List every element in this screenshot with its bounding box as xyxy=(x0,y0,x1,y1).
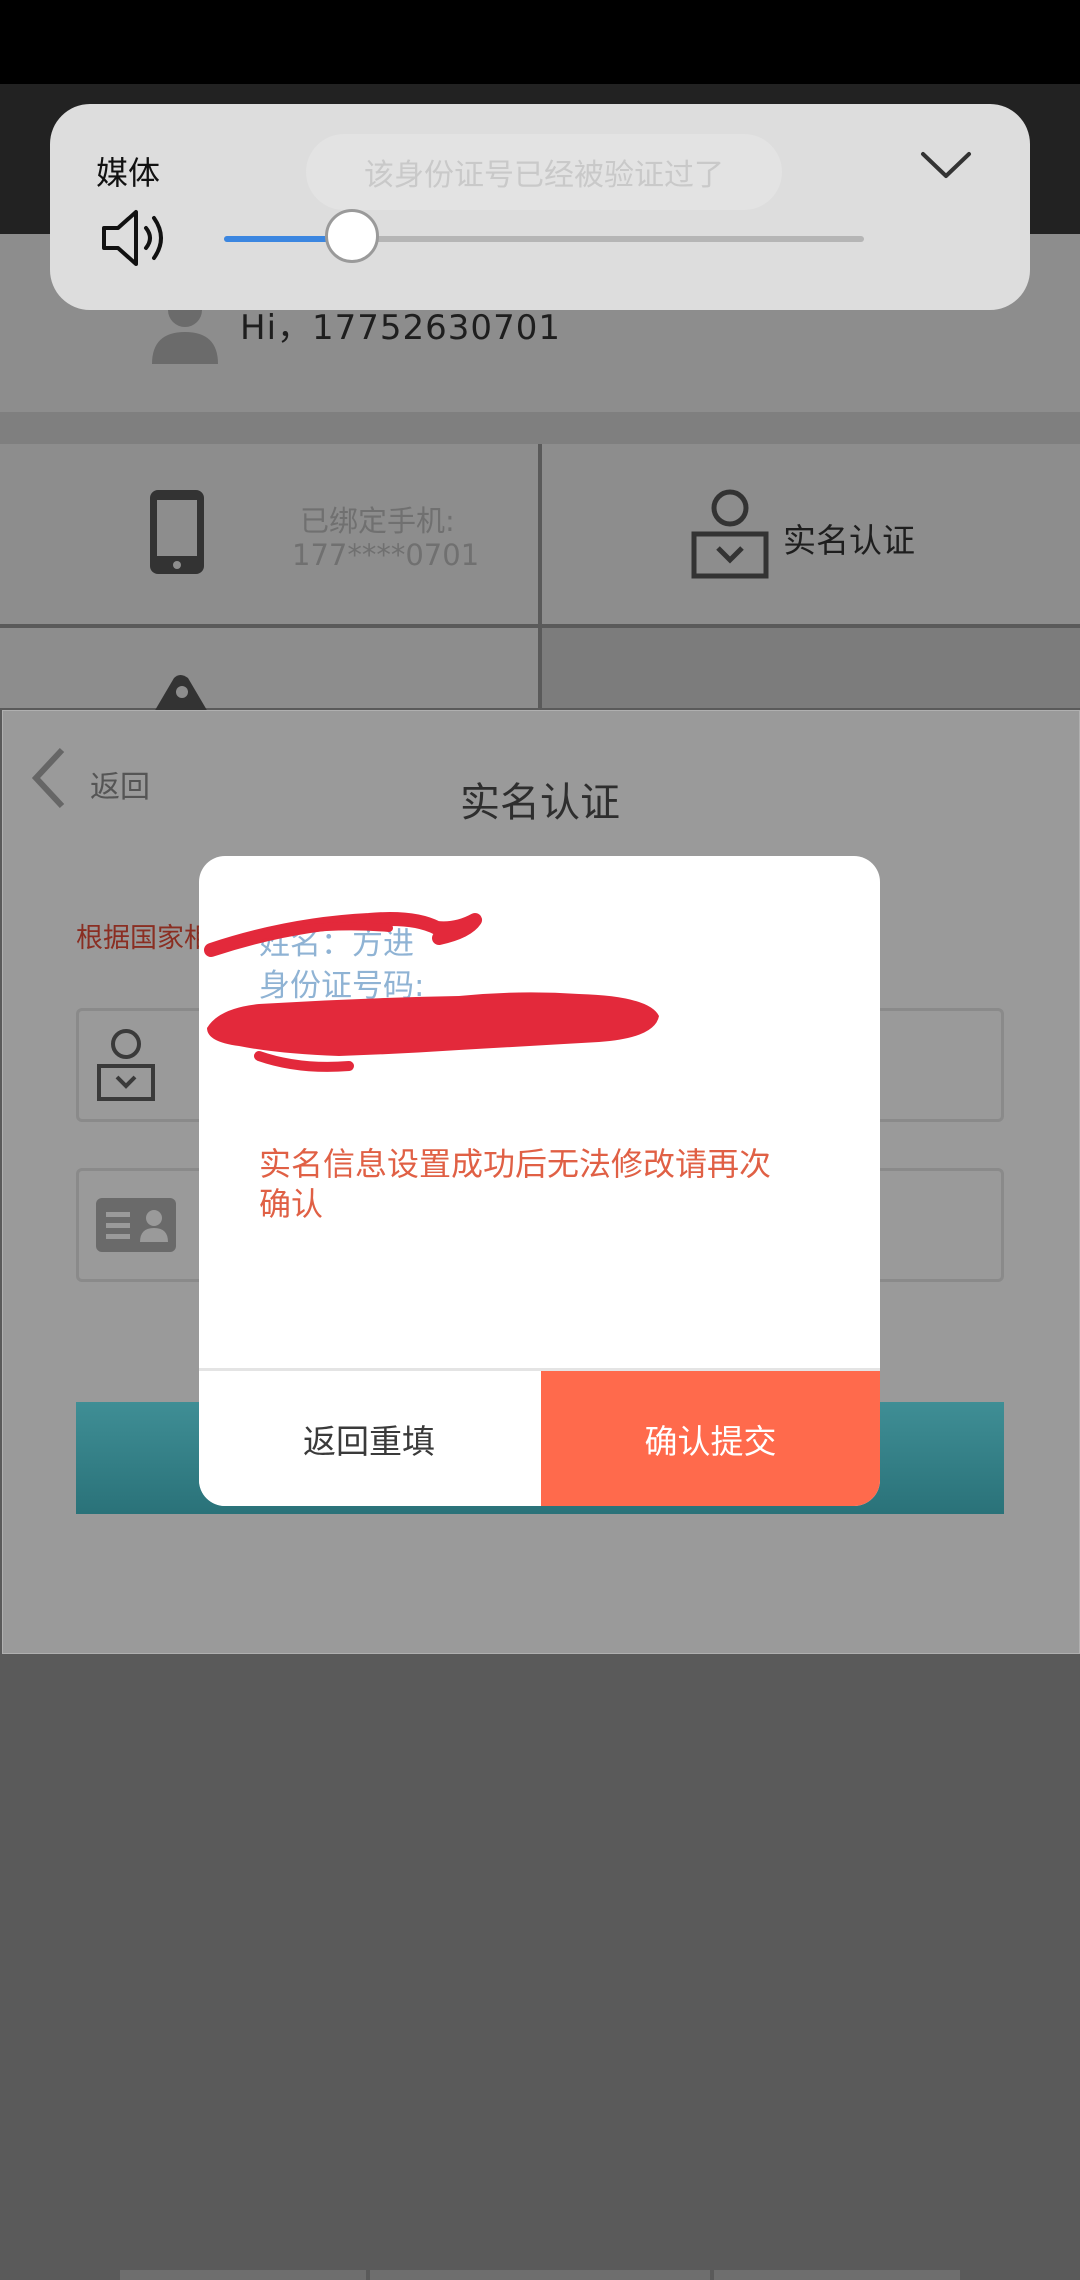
phone-icon xyxy=(150,490,204,574)
status-bar xyxy=(0,0,1080,84)
toast-message: 该身份证号已经被验证过了 xyxy=(306,134,782,210)
password-cell[interactable] xyxy=(0,628,538,708)
refill-button[interactable]: 返回重填 xyxy=(199,1371,539,1506)
confirm-submit-button[interactable]: 确认提交 xyxy=(541,1371,880,1506)
tag-icon xyxy=(154,675,208,712)
bound-phone-label: 已绑定手机: xyxy=(300,504,455,538)
volume-panel: 媒体 该身份证号已经被验证过了 xyxy=(50,104,1030,310)
bound-phone-cell[interactable] xyxy=(0,444,538,624)
chevron-down-icon[interactable] xyxy=(920,150,972,180)
speaker-icon[interactable] xyxy=(100,206,170,270)
empty-cell xyxy=(542,628,1080,708)
redaction-scribble xyxy=(204,912,659,1072)
notice-text: 根据国家相 xyxy=(76,923,211,954)
confirm-dialog: 姓名：方进 身份证号码: 3210 实名信息设置成功后无法修改请再次 确认 返回… xyxy=(199,856,880,1506)
sheet-title: 实名认证 xyxy=(460,780,620,826)
id-card-icon xyxy=(96,1198,176,1252)
volume-slider-thumb[interactable] xyxy=(325,209,379,263)
bottom-tab-stub xyxy=(714,2270,960,2280)
section-divider xyxy=(0,412,1080,444)
bound-phone-value: 177****0701 xyxy=(292,538,480,572)
volume-slider-track[interactable] xyxy=(224,209,864,263)
bottom-tab-stub xyxy=(120,2270,366,2280)
bottom-tab-stub xyxy=(370,2270,710,2280)
id-verify-icon xyxy=(691,489,769,579)
dialog-warning: 实名信息设置成功后无法修改请再次 确认 xyxy=(259,1144,829,1224)
volume-title: 媒体 xyxy=(96,154,161,192)
person-icon xyxy=(97,1029,155,1101)
realname-cell-label: 实名认证 xyxy=(783,521,915,560)
dialog-warning-line2: 确认 xyxy=(259,1185,324,1223)
dialog-warning-line1: 实名信息设置成功后无法修改请再次 xyxy=(259,1145,772,1183)
